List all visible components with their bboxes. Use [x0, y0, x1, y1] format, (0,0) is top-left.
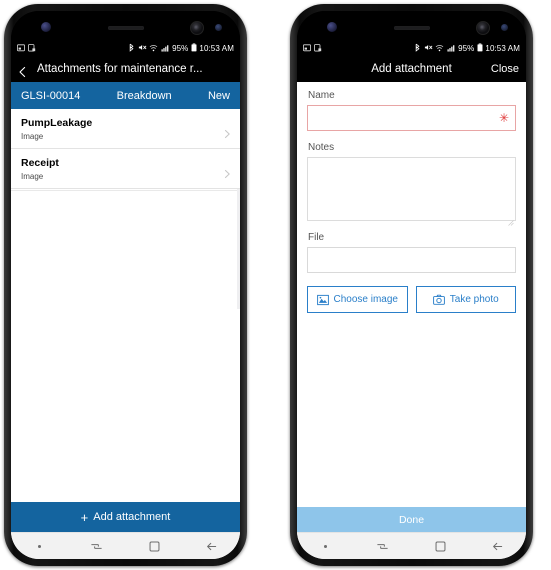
app-title-bar-left: Attachments for maintenance r... — [11, 56, 240, 82]
chevron-right-icon — [224, 165, 231, 178]
attachment-name: PumpLeakage — [21, 117, 93, 129]
screenshot-icon — [17, 43, 25, 54]
plus-icon: + — [80, 509, 89, 525]
screen-right: 95% 10:53 AM Add attachment Close Name ✳… — [297, 41, 526, 559]
iris-scanner-icon — [41, 22, 51, 32]
front-camera-icon — [190, 21, 204, 35]
back-arrow-icon[interactable] — [491, 540, 504, 553]
home-square-icon[interactable] — [434, 540, 447, 553]
sound-muted-icon — [424, 43, 433, 54]
android-nav-bar-right — [297, 532, 526, 559]
record-type: Breakdown — [116, 89, 172, 102]
attachment-type: Image — [21, 132, 44, 142]
phone-top-bezel-right — [297, 11, 526, 41]
picture-icon — [316, 294, 329, 306]
add-attachment-label: Add attachment — [93, 511, 171, 523]
form-spacer — [307, 221, 516, 232]
file-input[interactable] — [307, 247, 516, 273]
screen-left: 95% 10:53 AM Attachments for maintenance… — [11, 41, 240, 559]
phone-top-bezel-left — [11, 11, 240, 41]
file-field-label: File — [308, 232, 325, 243]
cellular-signal-icon — [161, 44, 170, 54]
record-status: New — [207, 89, 230, 102]
screenshot-stage: 95% 10:53 AM Attachments for maintenance… — [0, 0, 551, 570]
status-bar-right: 95% 10:53 AM — [297, 41, 526, 56]
earpiece-speaker — [393, 26, 430, 30]
done-label: Done — [398, 513, 425, 526]
choose-image-button[interactable]: Choose image — [307, 286, 408, 313]
phone-device-left: 95% 10:53 AM Attachments for maintenance… — [4, 4, 247, 566]
battery-icon — [191, 43, 197, 54]
iris-scanner-icon — [327, 22, 337, 32]
required-asterisk-icon: ✳ — [498, 111, 509, 125]
recents-icon[interactable] — [376, 540, 389, 553]
name-input[interactable]: ✳ — [307, 105, 516, 131]
take-photo-button[interactable]: Take photo — [415, 286, 516, 313]
back-arrow-icon[interactable] — [205, 540, 218, 553]
wifi-icon — [435, 44, 444, 54]
status-notification-icons — [303, 43, 322, 54]
list-item[interactable]: Receipt Image — [11, 149, 240, 190]
done-button[interactable]: Done — [297, 507, 526, 532]
attachment-type: Image — [21, 172, 44, 182]
close-button[interactable]: Close — [491, 63, 519, 75]
status-bar-left: 95% 10:53 AM — [11, 41, 240, 56]
add-attachment-form: Name ✳ Notes File Choose image Take phot… — [297, 82, 526, 507]
bluetooth-icon — [128, 43, 135, 54]
take-photo-label: Take photo — [449, 294, 499, 305]
cellular-signal-icon — [447, 44, 456, 54]
status-system-icons: 95% 10:53 AM — [128, 43, 234, 54]
notes-textarea[interactable] — [307, 157, 516, 226]
wifi-icon — [149, 44, 158, 54]
phone-screen-frame-left: 95% 10:53 AM Attachments for maintenance… — [11, 11, 240, 559]
record-banner[interactable]: GLSI-00014 Breakdown New — [11, 82, 240, 109]
name-field-label: Name — [308, 90, 335, 101]
list-item[interactable]: PumpLeakage Image — [11, 109, 240, 150]
recents-icon[interactable] — [90, 540, 103, 553]
home-square-icon[interactable] — [148, 540, 161, 553]
sound-muted-icon — [138, 43, 147, 54]
battery-percent-label: 95% — [458, 44, 475, 53]
resize-handle-icon[interactable] — [508, 213, 514, 226]
proximity-sensor-icon — [215, 24, 222, 31]
android-nav-bar-left — [11, 532, 240, 559]
form-spacer — [307, 131, 516, 142]
clock-label: 10:53 AM — [199, 44, 234, 53]
choose-image-label: Choose image — [333, 294, 398, 305]
notes-field-label: Notes — [308, 142, 335, 153]
screenshot-saved-icon — [314, 43, 322, 54]
back-chevron-icon[interactable] — [18, 65, 27, 78]
phone-device-right: 95% 10:53 AM Add attachment Close Name ✳… — [290, 4, 533, 566]
page-title: Attachments for maintenance r... — [37, 63, 203, 75]
screenshot-saved-icon — [28, 43, 36, 54]
camera-icon — [432, 294, 445, 306]
screenshot-icon — [303, 43, 311, 54]
chevron-right-icon — [224, 125, 231, 138]
add-attachment-button[interactable]: + Add attachment — [11, 502, 240, 532]
list-empty-area — [11, 189, 240, 192]
battery-percent-label: 95% — [172, 44, 189, 53]
record-id: GLSI-00014 — [21, 89, 81, 102]
status-dot-icon — [319, 540, 332, 553]
clock-label: 10:53 AM — [485, 44, 520, 53]
image-source-buttons: Choose image Take photo — [307, 286, 516, 313]
app-title-bar-right: Add attachment Close — [297, 56, 526, 82]
bluetooth-icon — [414, 43, 421, 54]
front-camera-icon — [476, 21, 490, 35]
attachments-list: PumpLeakage Image Receipt Image — [11, 109, 240, 502]
status-system-icons: 95% 10:53 AM — [414, 43, 520, 54]
battery-icon — [477, 43, 483, 54]
earpiece-speaker — [107, 26, 144, 30]
phone-screen-frame-right: 95% 10:53 AM Add attachment Close Name ✳… — [297, 11, 526, 559]
attachment-name: Receipt — [21, 157, 59, 170]
status-dot-icon — [33, 540, 46, 553]
status-notification-icons — [17, 43, 36, 54]
proximity-sensor-icon — [501, 24, 508, 31]
